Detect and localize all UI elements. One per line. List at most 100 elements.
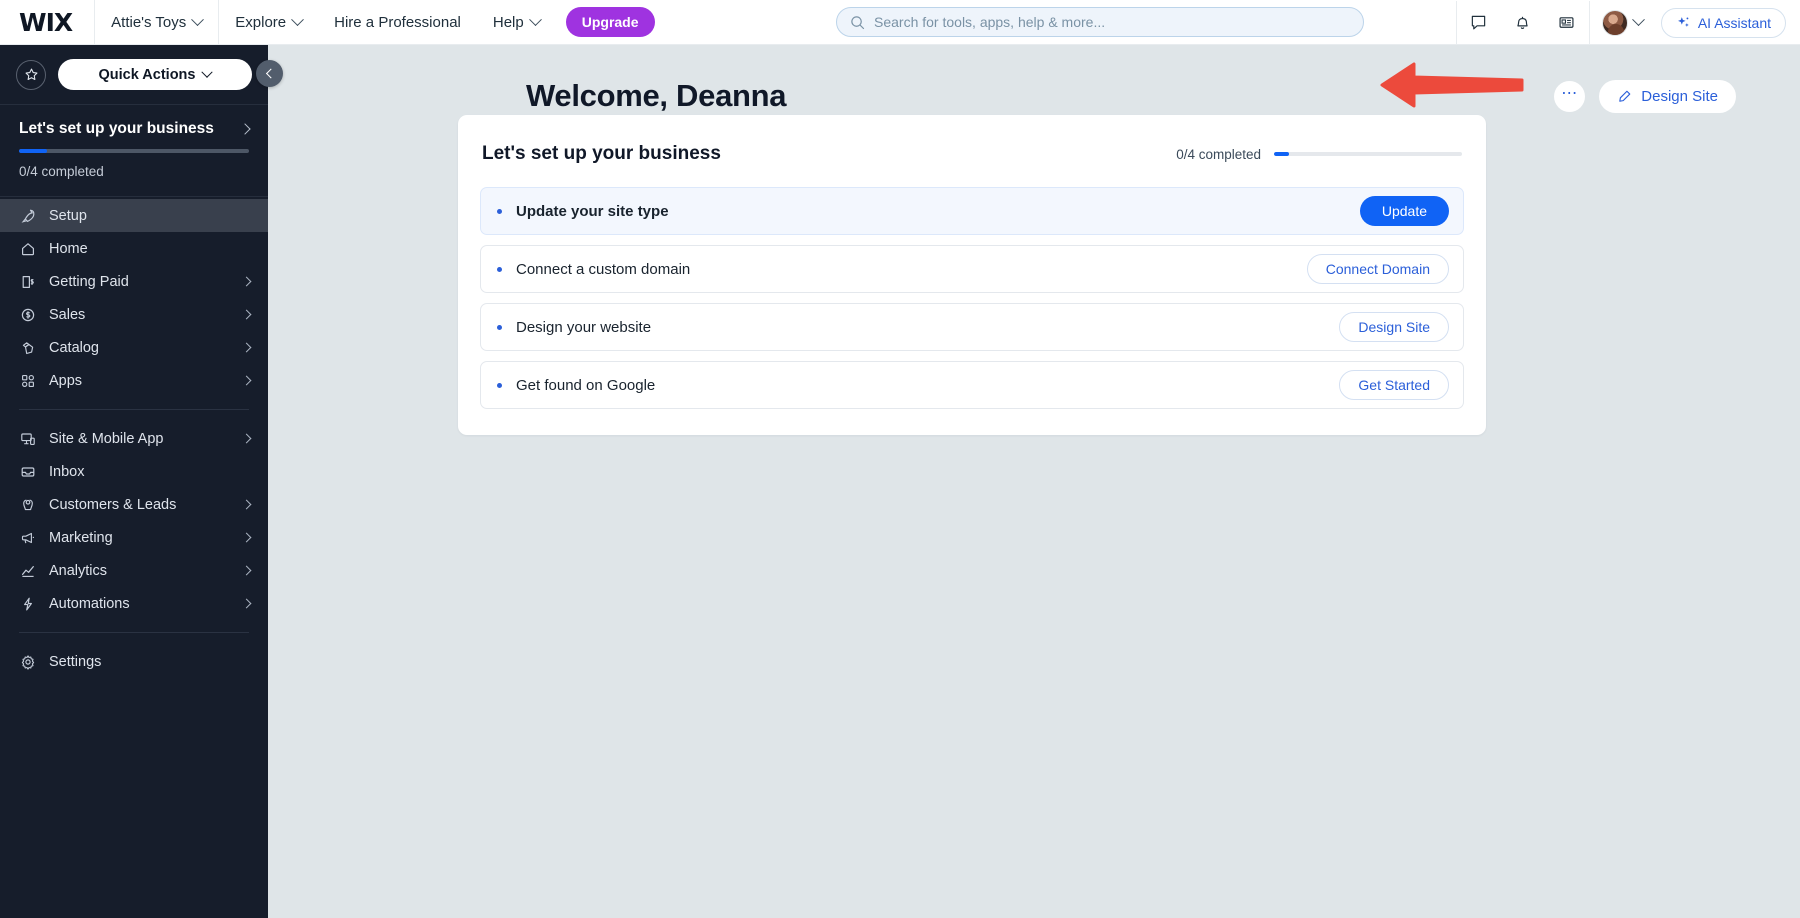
menu-explore-label: Explore (235, 13, 287, 31)
sidebar-item-label: Automations (49, 595, 130, 612)
ai-assistant-button[interactable]: AI Assistant (1660, 7, 1786, 38)
receipt-icon (19, 274, 36, 290)
chevron-down-icon (191, 12, 205, 26)
sidebar-collapse-button[interactable] (256, 60, 283, 87)
sidebar-setup-progress[interactable]: Let's set up your business 0/4 completed (0, 105, 268, 196)
task-action-button[interactable]: Design Site (1339, 312, 1449, 342)
setup-progress-label: 0/4 completed (19, 164, 104, 179)
task-row: Update your site type Update (480, 187, 1464, 235)
wix-logo[interactable]: WIX (19, 8, 73, 37)
chevron-right-icon (241, 309, 252, 320)
task-label: Connect a custom domain (516, 260, 691, 278)
chevron-down-icon (528, 12, 542, 26)
rocket-icon (19, 208, 36, 224)
search-input[interactable]: Search for tools, apps, help & more... (836, 7, 1364, 37)
sidebar-item-setup[interactable]: Setup (0, 199, 268, 232)
monitor-icon (19, 431, 36, 447)
sidebar-item-label: Getting Paid (49, 273, 129, 290)
chevron-right-icon (241, 375, 252, 386)
task-action-button[interactable]: Get Started (1339, 370, 1449, 400)
site-selector[interactable]: Attie's Toys (95, 0, 218, 44)
setup-card-title: Let's set up your business (482, 143, 721, 164)
task-label: Update your site type (516, 202, 669, 220)
menu-explore[interactable]: Explore (219, 0, 318, 44)
star-icon[interactable] (16, 59, 46, 90)
sidebar-item-analytics[interactable]: Analytics (0, 554, 268, 587)
chevron-right-icon (241, 598, 252, 609)
menu-hire-a-professional[interactable]: Hire a Professional (318, 0, 477, 44)
setup-progress-header: Let's set up your business (19, 120, 251, 138)
bell-icon[interactable] (1501, 1, 1545, 45)
quick-actions-button[interactable]: Quick Actions (58, 59, 252, 90)
sidebar-item-customers-leads[interactable]: Customers & Leads (0, 488, 268, 521)
sidebar-item-marketing[interactable]: Marketing (0, 521, 268, 554)
topbar-right-cluster: AI Assistant (1455, 0, 1800, 45)
chevron-right-icon (241, 433, 252, 444)
chevron-down-icon (1631, 13, 1645, 27)
design-site-button[interactable]: Design Site (1599, 79, 1736, 113)
nav-divider (19, 632, 249, 633)
upgrade-button[interactable]: Upgrade (565, 7, 655, 37)
bullet-icon (497, 324, 502, 330)
page-header-actions: ⋯ Design Site (1554, 79, 1736, 113)
sidebar-item-settings[interactable]: Settings (0, 645, 268, 678)
search-area: Search for tools, apps, help & more... (836, 7, 1364, 37)
setup-card-progress: 0/4 completed (1176, 147, 1462, 162)
chevron-right-icon (241, 276, 252, 287)
sidebar-item-automations[interactable]: Automations (0, 587, 268, 620)
menu-help-label: Help (492, 13, 524, 31)
sidebar-item-label: Home (49, 240, 88, 257)
sidebar-item-label: Site & Mobile App (49, 430, 164, 447)
more-options-button[interactable]: ⋯ (1554, 80, 1586, 112)
task-label: Get found on Google (516, 376, 656, 394)
pencil-icon (1619, 90, 1631, 102)
sidebar-item-label: Customers & Leads (49, 496, 177, 513)
task-action-button[interactable]: Update (1359, 196, 1449, 226)
sidebar-item-sales[interactable]: Sales (0, 298, 268, 331)
search-icon (851, 15, 865, 29)
account-menu[interactable] (1590, 9, 1649, 36)
setup-card-progress-label: 0/4 completed (1176, 146, 1261, 162)
nav-divider (19, 409, 249, 410)
task-action-button[interactable]: Connect Domain (1306, 254, 1449, 284)
task-row: Get found on Google Get Started (480, 361, 1464, 409)
gear-icon (19, 654, 36, 670)
main-content: Welcome, Deanna ⋯ Design Site Let's set … (268, 45, 1800, 918)
quick-actions-label: Quick Actions (98, 66, 196, 83)
task-left: Connect a custom domain (497, 261, 690, 278)
site-selector-label: Attie's Toys (111, 13, 187, 31)
quick-actions-row: Quick Actions (0, 45, 268, 104)
inbox-icon (19, 464, 36, 480)
setup-task-list: Update your site type Update Connect a cus… (480, 187, 1464, 409)
chevron-right-icon (241, 342, 252, 353)
setup-progress-title: Let's set up your business (19, 120, 214, 137)
setup-card: Let's set up your business 0/4 completed… (458, 115, 1486, 435)
chevron-right-icon (241, 532, 252, 543)
people-icon (19, 497, 36, 513)
news-icon[interactable] (1545, 1, 1589, 45)
sidebar-item-site-mobile-app[interactable]: Site & Mobile App (0, 422, 268, 455)
chevron-down-icon (291, 12, 305, 26)
sidebar-item-getting-paid[interactable]: Getting Paid (0, 265, 268, 298)
sparkle-icon (1677, 17, 1689, 27)
sidebar: Quick Actions Let's set up your business… (0, 45, 268, 918)
home-icon (19, 241, 36, 257)
bolt-icon (19, 596, 36, 612)
megaphone-icon (19, 530, 36, 546)
sidebar-item-label: Settings (49, 653, 102, 670)
sidebar-nav: Setup Home Getting Paid Sales Catalog Apps Sit… (0, 197, 268, 678)
sidebar-item-apps[interactable]: Apps (0, 364, 268, 397)
sidebar-item-inbox[interactable]: Inbox (0, 455, 268, 488)
task-left: Get found on Google (497, 377, 655, 394)
catalog-icon (19, 340, 36, 356)
task-left: Update your site type (497, 203, 669, 220)
bullet-icon (497, 382, 502, 388)
top-navigation-bar: WIX Attie's Toys Explore Hire a Professi… (0, 0, 1800, 45)
setup-progress-bar (19, 149, 249, 153)
sidebar-item-home[interactable]: Home (0, 232, 268, 265)
sidebar-item-catalog[interactable]: Catalog (0, 331, 268, 364)
menu-help[interactable]: Help (477, 0, 556, 44)
chat-icon[interactable] (1457, 1, 1501, 45)
chevron-left-icon (265, 68, 276, 79)
avatar (1601, 9, 1628, 36)
